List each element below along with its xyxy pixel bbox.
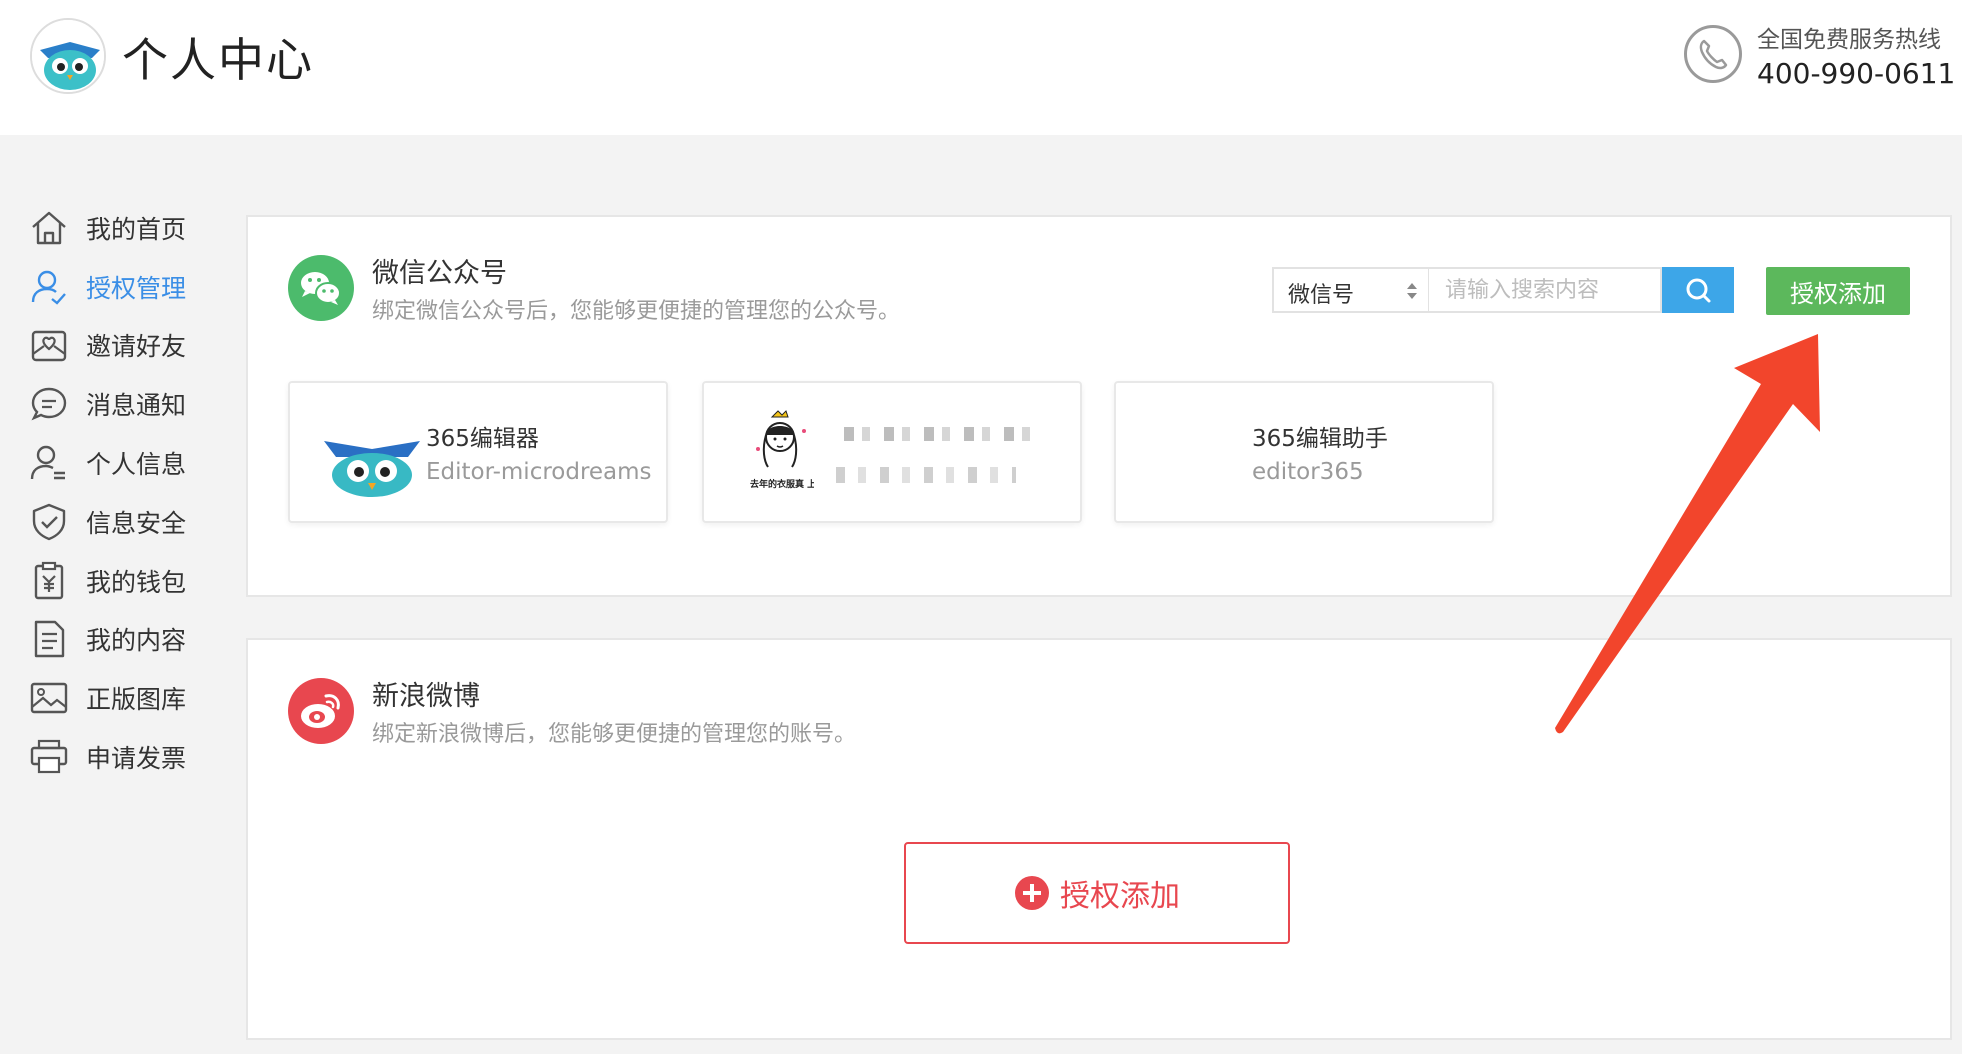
wallet-yen-icon xyxy=(34,561,64,600)
account-card[interactable]: 365编辑器 Editor-microdreams xyxy=(288,381,668,523)
sidebar-item-label: 我的钱包 xyxy=(86,568,187,597)
weibo-description: 绑定新浪微博后，您能够更便捷的管理您的账号。 xyxy=(372,722,857,747)
svg-text:去年的衣服真 上我今年的气: 去年的衣服真 上我今年的气 xyxy=(750,478,814,490)
wechat-description: 绑定微信公众号后，您能够更便捷的管理您的公众号。 xyxy=(372,299,901,324)
sidebar-item-label: 消息通知 xyxy=(86,391,187,420)
sidebar-item-content[interactable]: 我的内容 xyxy=(28,614,228,664)
account-avatar: 去年的衣服真 上我今年的气 xyxy=(748,409,814,501)
wechat-title: 微信公众号 xyxy=(372,258,507,289)
heart-envelope-icon xyxy=(31,330,67,362)
page-title: 个人中心 xyxy=(122,33,314,87)
search-button[interactable] xyxy=(1662,267,1734,313)
sidebar-item-label: 个人信息 xyxy=(86,450,187,479)
hotline-label: 全国免费服务热线 xyxy=(1757,27,1941,53)
sidebar-item-invoice[interactable]: 申请发票 xyxy=(28,732,228,782)
sidebar-item-profile[interactable]: 个人信息 xyxy=(28,438,228,488)
wechat-icon xyxy=(288,255,354,321)
account-id xyxy=(836,467,1016,483)
sidebar-item-gallery[interactable]: 正版图库 xyxy=(28,673,228,723)
owl-avatar-icon xyxy=(324,441,420,497)
weibo-panel: 新浪微博 绑定新浪微博后，您能够更便捷的管理您的账号。 授权添加 xyxy=(246,638,1952,1040)
image-icon xyxy=(30,682,68,714)
search-input[interactable] xyxy=(1428,267,1662,313)
account-name: 365编辑器 xyxy=(426,426,539,452)
sidebar-item-security[interactable]: 信息安全 xyxy=(28,497,228,547)
owl-logo-icon[interactable] xyxy=(30,18,106,94)
phone-icon xyxy=(1684,25,1742,83)
account-name: 365编辑助手 xyxy=(1252,426,1388,452)
sidebar-item-label: 信息安全 xyxy=(86,509,187,538)
hotline-number: 400-990-0611 xyxy=(1757,57,1956,90)
document-icon xyxy=(34,620,65,658)
printer-icon xyxy=(30,739,68,774)
select-arrows-icon xyxy=(1407,283,1417,299)
user-check-icon xyxy=(31,270,66,305)
search-icon xyxy=(1686,278,1711,303)
sidebar-item-label: 邀请好友 xyxy=(86,332,187,361)
weibo-icon xyxy=(288,678,354,744)
sidebar-item-label: 我的内容 xyxy=(86,626,187,655)
weibo-add-authorization-button[interactable]: 授权添加 xyxy=(904,842,1290,944)
account-id: editor365 xyxy=(1252,459,1364,485)
plus-circle-icon xyxy=(1015,876,1049,910)
sidebar-item-authorization[interactable]: 授权管理 xyxy=(28,262,228,312)
sidebar-item-home[interactable]: 我的首页 xyxy=(28,203,228,253)
sidebar-item-label: 授权管理 xyxy=(86,274,187,303)
sidebar-item-label: 正版图库 xyxy=(86,685,187,714)
sidebar-item-invite[interactable]: 邀请好友 xyxy=(28,320,228,370)
wechat-panel: 微信公众号 绑定微信公众号后，您能够更便捷的管理您的公众号。 微信号 授权添加 … xyxy=(246,215,1952,597)
shield-icon xyxy=(32,503,66,541)
sidebar-item-wallet[interactable]: 我的钱包 xyxy=(28,556,228,606)
sidebar-item-label: 申请发票 xyxy=(86,744,187,773)
chat-bubble-icon xyxy=(31,387,67,421)
weibo-title: 新浪微博 xyxy=(372,681,480,712)
top-bar: 个人中心 全国免费服务热线 400-990-0611 xyxy=(0,0,1962,135)
account-card[interactable]: 365编辑助手 editor365 xyxy=(1114,381,1494,523)
search-type-select[interactable]: 微信号 xyxy=(1272,267,1428,313)
account-id: Editor-microdreams xyxy=(426,459,652,485)
user-icon xyxy=(30,445,65,480)
sidebar-item-messages[interactable]: 消息通知 xyxy=(28,379,228,429)
account-name xyxy=(844,427,1044,441)
home-icon xyxy=(32,211,66,245)
account-card[interactable]: 去年的衣服真 上我今年的气 xyxy=(702,381,1082,523)
sidebar-item-label: 我的首页 xyxy=(86,215,187,244)
search-type-value: 微信号 xyxy=(1288,283,1355,308)
weibo-add-label: 授权添加 xyxy=(1060,879,1180,914)
add-authorization-button[interactable]: 授权添加 xyxy=(1766,267,1910,315)
